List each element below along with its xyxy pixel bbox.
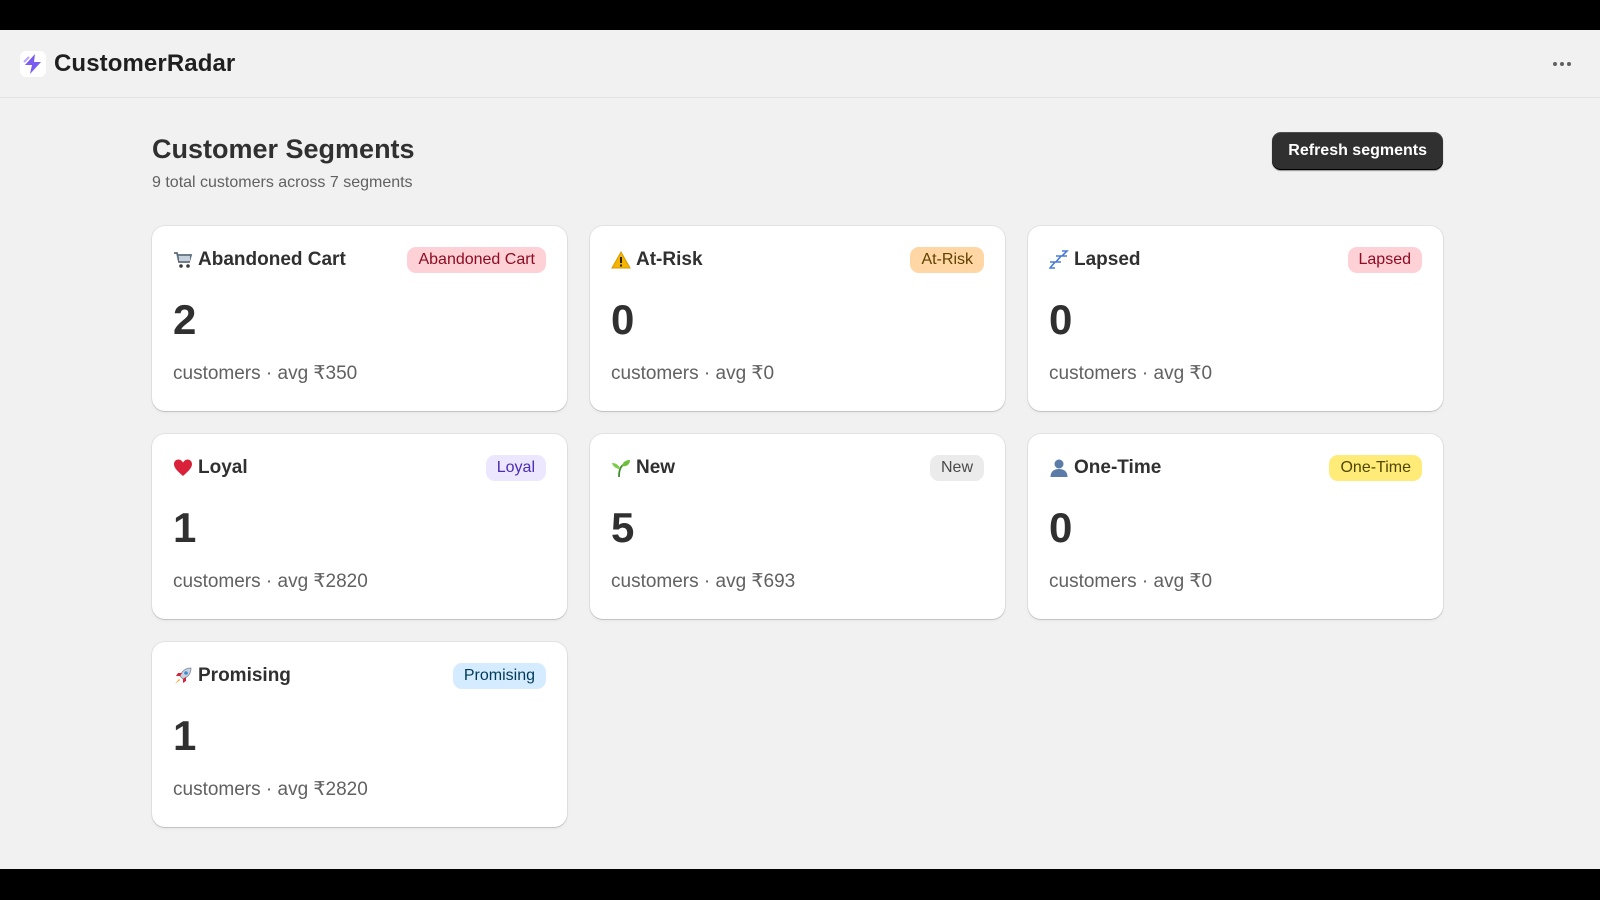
segment-card-promising[interactable]: Promising Promising 1 customers · avg ₹2… bbox=[152, 642, 567, 827]
card-title-text: Lapsed bbox=[1074, 249, 1141, 270]
page-header: Customer Segments 9 total customers acro… bbox=[152, 130, 1443, 226]
customer-avg: customers · avg ₹0 bbox=[1049, 571, 1213, 592]
segment-badge: At-Risk bbox=[910, 247, 984, 273]
segment-card-abandoned-cart[interactable]: Abandoned Cart Abandoned Cart 2 customer… bbox=[152, 226, 567, 411]
refresh-segments-button[interactable]: Refresh segments bbox=[1272, 132, 1443, 170]
rocket-icon bbox=[173, 666, 193, 686]
segment-badge: Abandoned Cart bbox=[407, 247, 546, 273]
card-header: Lapsed Lapsed bbox=[1049, 246, 1422, 274]
more-dot bbox=[1567, 61, 1571, 66]
segment-card-loyal[interactable]: Loyal Loyal 1 customers · avg ₹2820 bbox=[152, 434, 567, 619]
customer-avg: customers · avg ₹0 bbox=[611, 363, 775, 384]
lightning-logo-icon bbox=[20, 50, 46, 77]
page-title: Customer Segments bbox=[152, 134, 415, 164]
customer-count: 5 bbox=[611, 504, 635, 551]
customer-count: 0 bbox=[1049, 504, 1073, 551]
segment-card-new[interactable]: New New 5 customers · avg ₹693 bbox=[590, 434, 1005, 619]
card-title-text: Promising bbox=[198, 665, 291, 686]
card-title: One-Time bbox=[1049, 457, 1161, 479]
seedling-icon bbox=[611, 458, 631, 478]
customer-count: 2 bbox=[173, 296, 197, 343]
card-header: Promising Promising bbox=[173, 662, 546, 690]
page-heading: Customer Segments 9 total customers acro… bbox=[152, 130, 415, 192]
customer-count: 1 bbox=[173, 712, 197, 759]
card-header: Abandoned Cart Abandoned Cart bbox=[173, 246, 546, 274]
customer-avg: customers · avg ₹693 bbox=[611, 571, 796, 592]
top-bar: CustomerRadar bbox=[0, 30, 1600, 98]
sleep-icon bbox=[1049, 250, 1069, 270]
customer-count: 0 bbox=[611, 296, 635, 343]
segment-card-at-risk[interactable]: At-Risk At-Risk 0 customers · avg ₹0 bbox=[590, 226, 1005, 411]
card-header: New New bbox=[611, 454, 984, 482]
segment-card-one-time[interactable]: One-Time One-Time 0 customers · avg ₹0 bbox=[1028, 434, 1443, 619]
warning-icon bbox=[611, 250, 631, 270]
card-title-text: Abandoned Cart bbox=[198, 249, 346, 270]
segment-badge: Promising bbox=[452, 663, 546, 689]
segments-grid: Abandoned Cart Abandoned Cart 2 customer… bbox=[152, 226, 1443, 827]
customer-count: 0 bbox=[1049, 296, 1073, 343]
segment-badge: Lapsed bbox=[1347, 247, 1422, 273]
customer-avg: customers · avg ₹2820 bbox=[173, 779, 368, 800]
app-name: CustomerRadar bbox=[54, 49, 236, 77]
segment-badge: Loyal bbox=[485, 455, 546, 481]
segment-badge: One-Time bbox=[1329, 455, 1422, 481]
card-header: Loyal Loyal bbox=[173, 454, 546, 482]
cart-icon bbox=[173, 250, 193, 270]
customer-count: 1 bbox=[173, 504, 197, 551]
card-title: Abandoned Cart bbox=[173, 249, 346, 271]
more-dot bbox=[1560, 61, 1564, 66]
segment-badge: New bbox=[929, 455, 984, 481]
more-options-button[interactable] bbox=[1544, 50, 1580, 78]
heart-icon bbox=[173, 458, 193, 478]
page-subtitle: 9 total customers across 7 segments bbox=[152, 174, 413, 191]
card-title-text: One-Time bbox=[1074, 457, 1162, 478]
customer-avg: customers · avg ₹2820 bbox=[173, 571, 368, 592]
app-window: CustomerRadar Customer Segments 9 total … bbox=[0, 30, 1600, 869]
person-icon bbox=[1049, 458, 1069, 478]
card-title: At-Risk bbox=[611, 249, 703, 271]
card-title: Loyal bbox=[173, 457, 248, 479]
customer-avg: customers · avg ₹350 bbox=[173, 363, 358, 384]
card-title-text: Loyal bbox=[198, 457, 248, 478]
main-content: Customer Segments 9 total customers acro… bbox=[152, 130, 1443, 827]
card-title-text: At-Risk bbox=[636, 249, 703, 270]
more-dots-icon bbox=[1553, 61, 1557, 66]
brand[interactable]: CustomerRadar bbox=[20, 50, 235, 78]
card-title: Lapsed bbox=[1049, 249, 1141, 271]
card-header: At-Risk At-Risk bbox=[611, 246, 984, 274]
card-title: New bbox=[611, 457, 675, 479]
card-title: Promising bbox=[173, 665, 291, 687]
card-title-text: New bbox=[636, 457, 676, 478]
segment-card-lapsed[interactable]: Lapsed Lapsed 0 customers · avg ₹0 bbox=[1028, 226, 1443, 411]
customer-avg: customers · avg ₹0 bbox=[1049, 363, 1213, 384]
card-header: One-Time One-Time bbox=[1049, 454, 1422, 482]
